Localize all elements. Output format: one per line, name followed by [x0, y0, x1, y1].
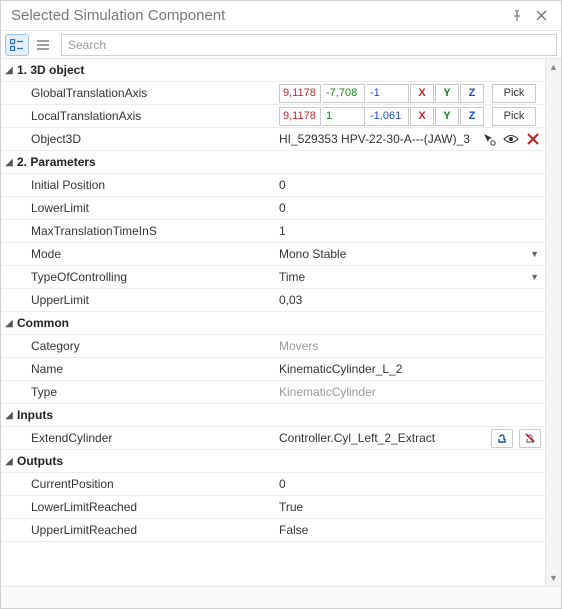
expander-icon[interactable]: ◢	[1, 450, 17, 472]
prop-mode: ModeMono Stable▼	[1, 243, 545, 266]
prop-max-translation-time: MaxTranslationTimeInS1	[1, 220, 545, 243]
scroll-up-icon[interactable]: ▲	[546, 59, 561, 75]
prop-extend-cylinder: ExtendCylinder Controller.Cyl_Left_2_Ext…	[1, 427, 545, 450]
prop-global-translation-axis: GlobalTranslationAxis 9,1178 -7,708 -1 X…	[1, 82, 545, 105]
value[interactable]: KinematicCylinder_L_2	[279, 362, 402, 376]
vector-x-input[interactable]: 9,1178	[279, 84, 321, 103]
prop-initial-position: Initial Position0	[1, 174, 545, 197]
value: KinematicCylinder	[279, 385, 376, 399]
section-common[interactable]: ◢ Common	[1, 312, 545, 335]
value: 0	[279, 477, 286, 491]
value: Movers	[279, 339, 318, 353]
search-placeholder: Search	[68, 38, 106, 52]
toolbar: Search	[1, 31, 561, 59]
dropdown-value[interactable]: Mono Stable	[279, 247, 346, 261]
section-outputs[interactable]: ◢ Outputs	[1, 450, 545, 473]
expander-icon[interactable]: ◢	[1, 59, 17, 81]
value[interactable]: 1	[279, 224, 286, 238]
unlink-signal-button[interactable]	[519, 429, 541, 448]
property-grid-body: ◢ 1. 3D object GlobalTranslationAxis 9,1…	[1, 59, 561, 586]
link-signal-button[interactable]	[491, 429, 513, 448]
prop-type-of-controlling: TypeOfControllingTime▼	[1, 266, 545, 289]
prop-category: CategoryMovers	[1, 335, 545, 358]
dropdown-value[interactable]: Time	[279, 270, 305, 284]
value[interactable]: 0	[279, 178, 286, 192]
pick-button[interactable]: Pick	[492, 107, 536, 126]
axis-x-button[interactable]: X	[410, 84, 434, 103]
expander-icon[interactable]: ◢	[1, 312, 17, 334]
chevron-down-icon[interactable]: ▼	[530, 249, 539, 259]
prop-upper-limit-reached: UpperLimitReachedFalse	[1, 519, 545, 542]
axis-z-button[interactable]: Z	[460, 84, 484, 103]
value: False	[279, 523, 308, 537]
section-parameters[interactable]: ◢ 2. Parameters	[1, 151, 545, 174]
value[interactable]: 0	[279, 201, 286, 215]
prop-lower-limit: LowerLimit0	[1, 197, 545, 220]
prop-local-translation-axis: LocalTranslationAxis 9,1178 1 -1,061 X Y…	[1, 105, 545, 128]
pick-object-icon[interactable]	[481, 131, 497, 147]
property-grid: ◢ 1. 3D object GlobalTranslationAxis 9,1…	[1, 59, 545, 586]
prop-lower-limit-reached: LowerLimitReachedTrue	[1, 496, 545, 519]
categorized-view-button[interactable]	[5, 34, 29, 56]
vector-x-input[interactable]: 9,1178	[279, 107, 321, 126]
axis-y-button[interactable]: Y	[435, 107, 459, 126]
search-input[interactable]: Search	[61, 34, 557, 56]
prop-name: NameKinematicCylinder_L_2	[1, 358, 545, 381]
axis-x-button[interactable]: X	[410, 107, 434, 126]
property-panel: Selected Simulation Component Search	[0, 0, 562, 609]
section-3d-object[interactable]: ◢ 1. 3D object	[1, 59, 545, 82]
value[interactable]: 0,03	[279, 293, 302, 307]
delete-icon[interactable]	[525, 131, 541, 147]
label: GlobalTranslationAxis	[17, 82, 279, 104]
section-inputs[interactable]: ◢ Inputs	[1, 404, 545, 427]
scroll-down-icon[interactable]: ▼	[546, 570, 561, 586]
chevron-down-icon[interactable]: ▼	[530, 272, 539, 282]
close-icon[interactable]	[529, 4, 553, 28]
value[interactable]: Controller.Cyl_Left_2_Extract	[279, 431, 435, 445]
pick-button[interactable]: Pick	[492, 84, 536, 103]
vector-y-input[interactable]: 1	[323, 107, 365, 126]
vector-z-input[interactable]: -1	[367, 84, 409, 103]
pin-icon[interactable]	[505, 4, 529, 28]
axis-y-button[interactable]: Y	[435, 84, 459, 103]
prop-object3d: Object3D HI_529353 HPV-22-30-A---(JAW)_3	[1, 128, 545, 151]
prop-current-position: CurrentPosition0	[1, 473, 545, 496]
expander-icon[interactable]: ◢	[1, 404, 17, 426]
label: Object3D	[17, 128, 279, 150]
prop-type: TypeKinematicCylinder	[1, 381, 545, 404]
vector-z-input[interactable]: -1,061	[367, 107, 409, 126]
vector-y-input[interactable]: -7,708	[323, 84, 365, 103]
panel-title: Selected Simulation Component	[9, 7, 505, 24]
prop-upper-limit: UpperLimit0,03	[1, 289, 545, 312]
vertical-scrollbar[interactable]: ▲ ▼	[545, 59, 561, 586]
expander-icon[interactable]: ◢	[1, 151, 17, 173]
alphabetical-view-button[interactable]	[31, 34, 55, 56]
panel-footer	[1, 586, 561, 608]
object3d-value: HI_529353 HPV-22-30-A---(JAW)_3	[279, 132, 470, 146]
value: True	[279, 500, 303, 514]
axis-z-button[interactable]: Z	[460, 107, 484, 126]
eye-icon[interactable]	[503, 131, 519, 147]
titlebar: Selected Simulation Component	[1, 1, 561, 31]
label: LocalTranslationAxis	[17, 105, 279, 127]
